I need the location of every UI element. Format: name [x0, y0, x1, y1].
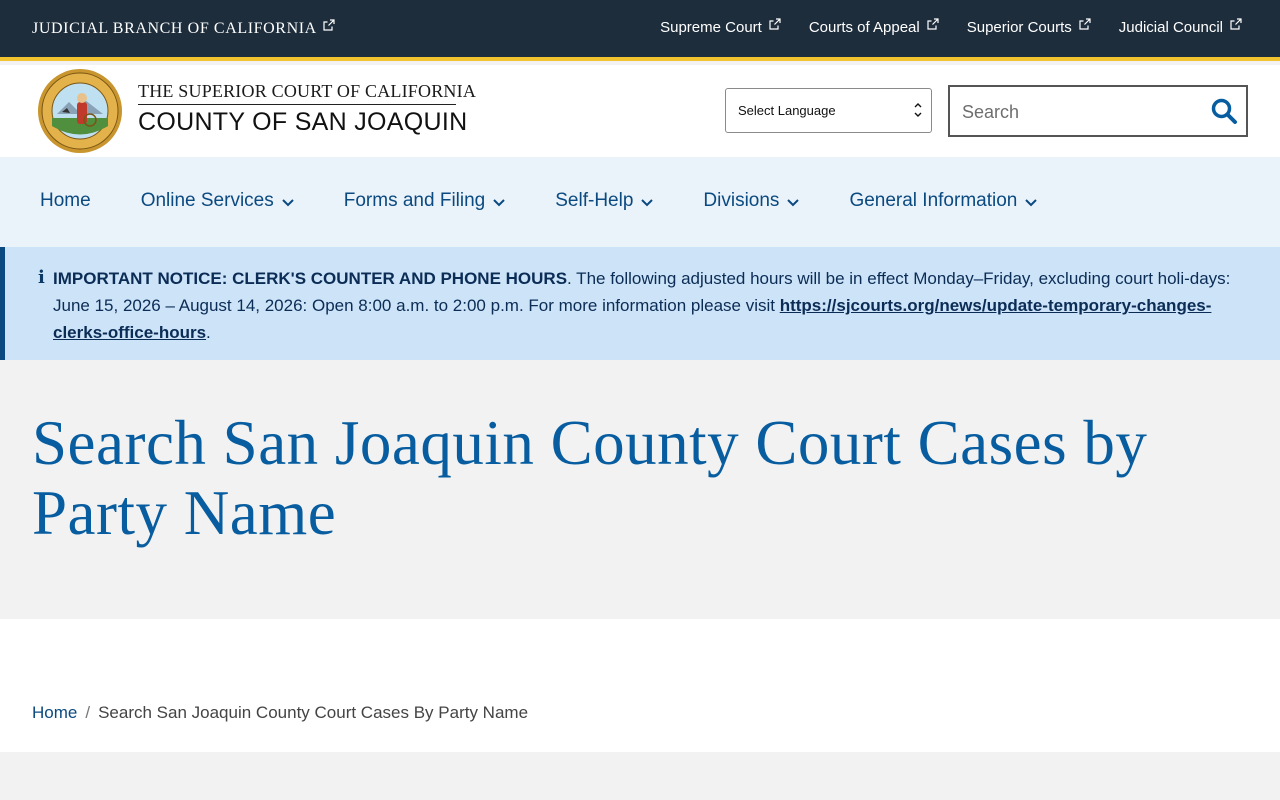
site-header: THE SUPERIOR COURT OF CALIFORNIA COUNTY …	[0, 65, 1280, 157]
main-nav: Home Online Services Forms and Filing Se…	[0, 157, 1280, 247]
nav-item-label: Self-Help	[555, 190, 634, 211]
notice-heading: IMPORTANT NOTICE: CLERK'S COUNTER AND PH…	[53, 269, 568, 288]
nav-item-home[interactable]: Home	[40, 190, 91, 212]
superior-courts-label: Superior Courts	[966, 19, 1072, 36]
top-bar: JUDICIAL BRANCH OF CALIFORNIA Supreme Co…	[0, 0, 1280, 61]
judicial-council-link[interactable]: Judicial Council	[1118, 18, 1242, 36]
chevron-down-icon	[493, 198, 505, 206]
breadcrumb-separator: /	[85, 703, 91, 722]
nav-item-label: Divisions	[703, 190, 780, 211]
nav-item-label: Forms and Filing	[343, 190, 486, 211]
external-link-icon	[323, 19, 335, 31]
notice-text: IMPORTANT NOTICE: CLERK'S COUNTER AND PH…	[53, 265, 1233, 346]
external-link-icon	[769, 18, 781, 30]
language-select-value: Select Language	[738, 103, 836, 118]
external-link-icon	[1079, 18, 1091, 30]
chevron-down-icon	[787, 198, 800, 206]
page-title: Search San Joaquin County Court Cases by…	[32, 408, 1148, 548]
nav-item-forms-and-filing[interactable]: Forms and Filing	[344, 190, 506, 212]
language-select[interactable]: Select Language	[725, 88, 932, 133]
chevron-down-icon	[913, 103, 923, 120]
content-area	[0, 752, 1280, 800]
search-icon[interactable]	[1210, 97, 1238, 125]
breadcrumb: Home / Search San Joaquin County Court C…	[32, 703, 528, 723]
judicial-council-label: Judicial Council	[1118, 19, 1223, 36]
nav-item-self-help[interactable]: Self-Help	[555, 190, 654, 212]
superior-courts-link[interactable]: Superior Courts	[966, 18, 1091, 36]
breadcrumb-home-link[interactable]: Home	[32, 703, 77, 723]
nav-item-label: Home	[40, 190, 91, 211]
court-title-bottom: COUNTY OF SAN JOAQUIN	[138, 108, 468, 136]
notice-trailing: .	[206, 323, 211, 342]
chevron-down-icon	[282, 198, 294, 206]
nav-item-divisions[interactable]: Divisions	[703, 190, 800, 212]
breadcrumb-current: Search San Joaquin County Court Cases By…	[98, 703, 529, 722]
external-link-icon	[1230, 18, 1242, 30]
notice-banner: i IMPORTANT NOTICE: CLERK'S COUNTER AND …	[0, 247, 1280, 360]
page-hero: Search San Joaquin County Court Cases by…	[0, 360, 1280, 619]
breadcrumb-area: Home / Search San Joaquin County Court C…	[0, 619, 1280, 752]
judicial-branch-link[interactable]: JUDICIAL BRANCH OF CALIFORNIA	[32, 19, 335, 38]
search-input[interactable]	[962, 99, 1192, 125]
court-title-top: THE SUPERIOR COURT OF CALIFORNIA	[138, 81, 476, 105]
nav-item-label: Online Services	[140, 190, 274, 211]
chevron-down-icon	[1025, 198, 1038, 206]
nav-item-online-services[interactable]: Online Services	[141, 190, 294, 212]
nav-item-label: General Information	[849, 190, 1018, 211]
search-box	[948, 85, 1248, 137]
court-seal-logo[interactable]	[37, 68, 123, 154]
nav-item-general-information[interactable]: General Information	[849, 190, 1038, 212]
supreme-court-link[interactable]: Supreme Court	[660, 18, 781, 36]
court-title[interactable]: THE SUPERIOR COURT OF CALIFORNIA COUNTY …	[138, 81, 476, 137]
info-icon: i	[38, 267, 45, 288]
judicial-branch-label: JUDICIAL BRANCH OF CALIFORNIA	[32, 20, 317, 37]
chevron-down-icon	[641, 198, 654, 206]
courts-of-appeal-link[interactable]: Courts of Appeal	[808, 18, 939, 36]
supreme-court-label: Supreme Court	[660, 19, 762, 36]
external-link-icon	[927, 18, 939, 30]
courts-of-appeal-label: Courts of Appeal	[808, 19, 920, 36]
top-links: Supreme Court Courts of Appeal Superior …	[660, 18, 1242, 36]
